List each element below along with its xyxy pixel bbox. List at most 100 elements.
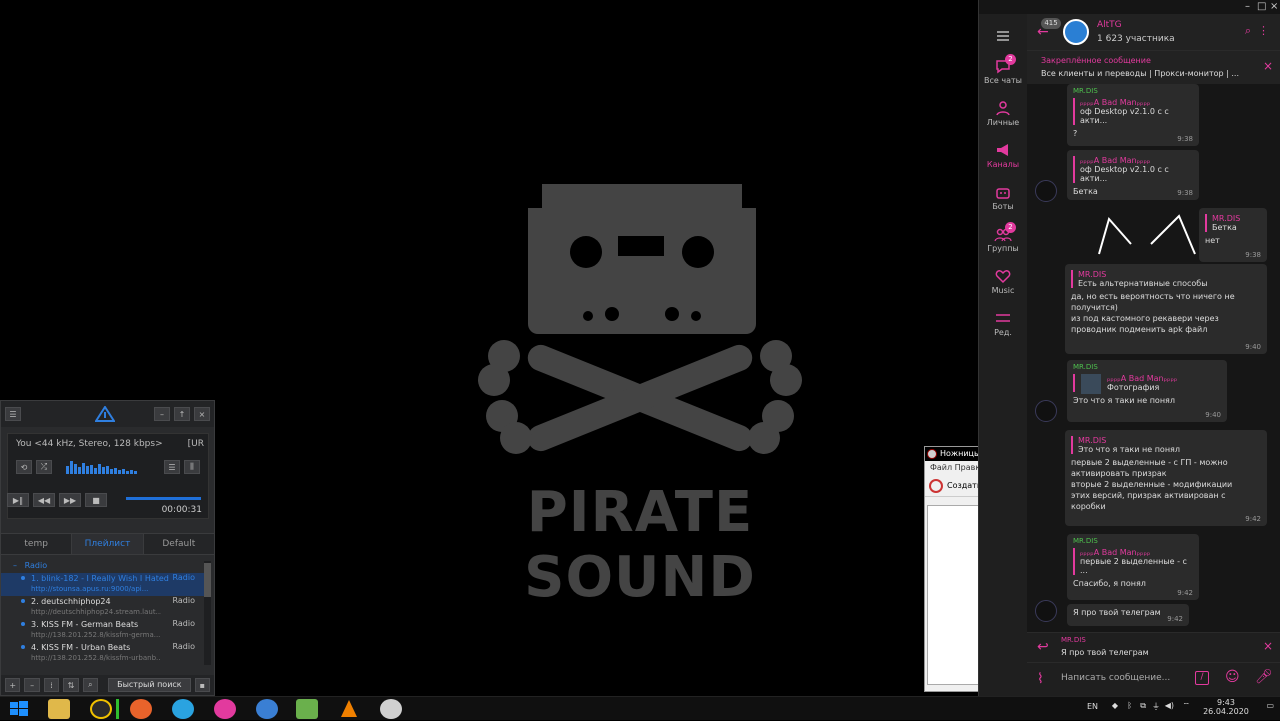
remove-icon[interactable]: – <box>24 678 40 692</box>
message-bubble[interactable]: Я про твой телеграм 9:42 <box>1067 604 1189 626</box>
tab-playlist[interactable]: Плейлист <box>71 534 144 554</box>
sidebar-item-channels[interactable]: Каналы <box>979 142 1027 169</box>
sort-icon[interactable]: ⇅ <box>63 678 79 692</box>
options-icon[interactable]: ▪ <box>194 678 211 692</box>
tab-default[interactable]: Default <box>144 534 214 554</box>
pinned-message[interactable]: Закреплённое сообщение Все клиенты и пер… <box>1027 50 1280 84</box>
maximize-button[interactable]: ↑ <box>174 407 190 421</box>
language-indicator[interactable]: EN <box>1087 702 1098 711</box>
playlist: – Radio 1. blink-182 - I Really Wish I H… <box>1 559 205 669</box>
message-bubble[interactable]: MR.DIS ₚₚₚₚA Bad Manₚₚₚₚ оф Desktop v2.1… <box>1067 84 1199 146</box>
volume-icon[interactable]: ◀︎) <box>1165 701 1174 710</box>
playlist-scrollbar[interactable] <box>204 561 211 665</box>
active-app-indicator <box>116 699 119 719</box>
equalizer-button[interactable]: ⫼ <box>184 460 200 474</box>
firefox-icon[interactable] <box>130 699 152 719</box>
snip-create-button[interactable]: Создать <box>925 475 982 497</box>
telegram-titlebar[interactable]: – □ × <box>979 0 1280 14</box>
close-pinned-icon[interactable]: × <box>1263 59 1273 73</box>
search-icon[interactable]: ⌕ <box>1245 24 1251 38</box>
player-titlebar[interactable]: ☰ – ↑ × <box>1 401 214 427</box>
playlist-group[interactable]: – Radio <box>1 559 205 573</box>
person-icon <box>996 101 1010 116</box>
microphone-icon[interactable]: 🎤︎ <box>1255 669 1273 685</box>
alttg-icon[interactable] <box>214 699 236 719</box>
quote-author: ₚₚₚₚA Bad Manₚₚₚₚ <box>1080 156 1151 165</box>
vlc-icon[interactable] <box>338 699 360 719</box>
playlist-item[interactable]: 3. KISS FM - German Beats http://138.201… <box>1 619 205 642</box>
avatar[interactable] <box>1035 180 1057 202</box>
usb-icon[interactable]: ⏚ <box>1152 701 1160 712</box>
play-pause-button[interactable]: ▶︎‖ <box>7 493 29 507</box>
aimp-icon[interactable] <box>90 699 112 719</box>
avatar[interactable] <box>1035 400 1057 422</box>
stop-button[interactable]: ■ <box>85 493 107 507</box>
track-format: You <44 kHz, Stereo, 128 kbps> <box>16 439 163 449</box>
notepad-icon[interactable] <box>296 699 318 719</box>
sidebar-item-music[interactable]: Music <box>979 268 1027 295</box>
clock[interactable]: 9:43 26.04.2020 <box>1196 698 1256 716</box>
minimize-button[interactable]: – <box>154 407 170 421</box>
own-message-bubble[interactable]: MR.DIS Это что я таки не понял первые 2 … <box>1065 430 1267 526</box>
attach-icon[interactable]: ⌇ <box>1037 671 1044 687</box>
minimize-button[interactable]: – <box>1245 1 1250 12</box>
next-button[interactable]: ▶▶ <box>59 493 81 507</box>
emoji-icon[interactable]: ☺ <box>1225 669 1240 685</box>
sidebar-item-bots[interactable]: Боты <box>979 184 1027 211</box>
sidebar-item-personal[interactable]: Личные <box>979 100 1027 127</box>
reply-text: Я про твой телеграм <box>1061 648 1149 657</box>
sidebar-item-all-chats[interactable]: 2 Все чаты <box>979 54 1027 85</box>
previous-button[interactable]: ◀◀ <box>33 493 55 507</box>
menu-button[interactable]: ☰ <box>5 407 21 421</box>
wifi-icon[interactable]: ⌔ <box>1182 701 1190 711</box>
qbittorrent-icon[interactable] <box>256 699 278 719</box>
telegram-window: – □ × 2 Все чаты Личные Каналы Боты 2 Гр… <box>978 0 1280 696</box>
playlist-item[interactable]: 2. deutschhiphop24 http://deutschhiphop2… <box>1 596 205 619</box>
tab-temp[interactable]: temp <box>1 534 71 554</box>
scrollbar-thumb[interactable] <box>204 563 211 597</box>
spectrum-visualizer <box>66 461 137 474</box>
commands-icon[interactable]: / <box>1195 671 1209 685</box>
volume-slider[interactable] <box>126 497 201 500</box>
playlist-item[interactable]: 4. KISS FM - Urban Beats http://138.201.… <box>1 642 205 665</box>
bluetooth-icon[interactable]: ᛒ <box>1127 701 1132 710</box>
search-icon[interactable]: ⌕ <box>82 678 99 692</box>
sidebar-item-groups[interactable]: 2 Группы <box>979 222 1027 253</box>
snip-titlebar[interactable]: Ножницы <box>925 447 980 461</box>
chat-avatar[interactable] <box>1063 19 1089 45</box>
message-input[interactable]: Написать сообщение... <box>1061 673 1170 683</box>
repeat-button[interactable]: ⟲ <box>16 460 32 474</box>
notifications-icon[interactable]: ▭ <box>1266 701 1274 710</box>
sidebar-item-edit[interactable]: Ред. <box>979 310 1027 337</box>
own-message-bubble[interactable]: MR.DIS Бетка нет 9:38 <box>1199 208 1267 262</box>
maximize-button[interactable]: □ <box>1257 1 1266 12</box>
close-button[interactable]: × <box>1270 1 1278 12</box>
windows-start-icon[interactable] <box>8 699 30 719</box>
shuffle-button[interactable]: ⤮ <box>36 460 52 474</box>
avatar[interactable] <box>1035 600 1057 622</box>
playlist-button[interactable]: ☰ <box>164 460 180 474</box>
message-bubble[interactable]: MR.DIS ₚₚₚₚA Bad Manₚₚₚₚ первые 2 выделе… <box>1067 534 1199 600</box>
quick-search-button[interactable]: Быстрый поиск <box>108 678 191 692</box>
grid-icon[interactable]: ⁞ <box>43 678 60 692</box>
snipping-tool-icon[interactable] <box>380 699 402 719</box>
network-icon[interactable]: ⧉ <box>1140 701 1146 711</box>
reply-preview[interactable]: ↩ MR.DIS Я про твой телеграм × <box>1027 632 1280 662</box>
dropbox-icon[interactable]: ◆ <box>1112 701 1118 710</box>
add-icon[interactable]: + <box>5 678 21 692</box>
close-button[interactable]: × <box>194 407 210 421</box>
own-message-bubble[interactable]: MR.DIS Есть альтернативные способы да, н… <box>1065 264 1267 354</box>
cancel-reply-icon[interactable]: × <box>1263 639 1273 653</box>
snip-menu[interactable]: Файл Правка <box>925 461 985 475</box>
message-bubble[interactable]: MR.DIS ₚₚₚₚA Bad Manₚₚₚₚ Фотография Это … <box>1067 360 1227 422</box>
more-icon[interactable]: ⋮ <box>1258 24 1269 37</box>
file-explorer-icon[interactable] <box>48 699 70 719</box>
message-time: 9:42 <box>1177 589 1193 597</box>
chat-header[interactable]: ← 415 AltTG 1 623 участника ⌕ ⋮ <box>1027 14 1280 50</box>
message-time: 9:38 <box>1245 251 1261 259</box>
message-bubble[interactable]: ₚₚₚₚA Bad Manₚₚₚₚ оф Desktop v2.1.0 с с … <box>1067 150 1199 200</box>
telegram-icon[interactable] <box>172 699 194 719</box>
playlist-item[interactable]: 1. blink-182 - I Really Wish I Hated You… <box>1 573 205 596</box>
message-list: MR.DIS ₚₚₚₚA Bad Manₚₚₚₚ оф Desktop v2.1… <box>1027 84 1280 632</box>
hamburger-menu-icon[interactable] <box>979 28 1027 46</box>
